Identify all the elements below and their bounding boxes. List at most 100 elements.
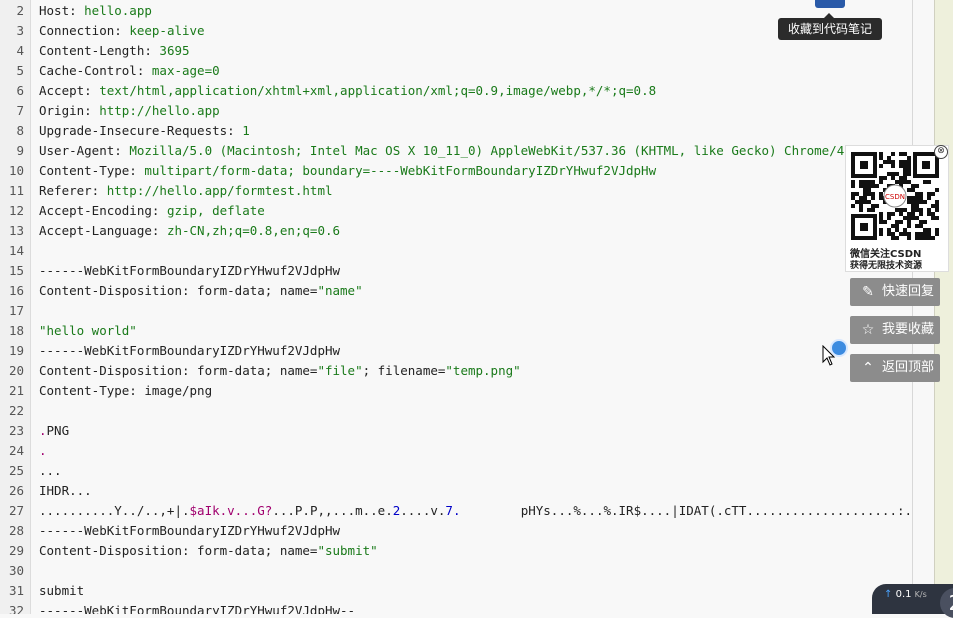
line-number: 12 [8,203,24,218]
line-text: ------WebKitFormBoundaryIZDrYHwuf2VJdpHw [39,341,340,361]
chevron-up-icon: ⌃ [862,360,874,376]
code-token: PNG [46,423,70,438]
code-token: Accept-Language: [39,223,167,238]
code-token: max-age=0 [151,63,220,78]
code-token: 3695 [159,43,190,58]
network-speed-widget: ↑ 0.1 K/s 2 [872,584,953,618]
line-number: 7 [16,103,24,118]
line-number: 27 [8,503,24,518]
favorite-button[interactable]: ☆ 我要收藏 [850,316,940,344]
code-token: ....v. [400,503,446,518]
code-token: Content-Type: image/png [39,383,213,398]
code-token: ...P.P,,...m..e. [272,503,393,518]
line-number: 29 [8,543,24,558]
line-number: 26 [8,483,24,498]
line-number: 3 [16,23,24,38]
quick-reply-button[interactable]: ✎ 快速回复 [850,278,940,306]
line-text: Content-Disposition: form-data; name="su… [39,541,378,561]
code-token: Upgrade-Insecure-Requests: [39,123,243,138]
code-token: $aIk.v...G? [189,503,273,518]
code-token: Content-Disposition: form-data; name= [39,543,318,558]
code-token: Content-Disposition: form-data; name= [39,283,318,298]
notification-dot-icon [830,339,848,357]
line-number: 11 [8,183,24,198]
close-icon[interactable]: ⊗ [934,145,948,159]
line-text: Content-Type: multipart/form-data; bound… [39,161,656,181]
line-text: Origin: http://hello.app [39,101,220,121]
csdn-logo-text: CSDN [885,193,905,201]
line-text: Connection: keep-alive [39,21,205,41]
line-number: 4 [16,43,24,58]
code-token: http://hello.app [99,103,220,118]
line-text: Accept: text/html,application/xhtml+xml,… [39,81,656,101]
line-text: User-Agent: Mozilla/5.0 (Macintosh; Inte… [39,141,912,161]
line-text: . [39,441,47,461]
line-text: submit [39,581,84,601]
upload-speed-value: 0.1 [895,589,912,600]
line-text: Host: hello.app [39,1,152,21]
code-token: 7. [445,503,461,518]
code-token: ------WebKitFormBoundaryIZDrYHwuf2VJdpHw [39,523,341,538]
page-scroll-strip[interactable] [934,0,953,614]
qr-code-image: CSDN [851,152,939,240]
code-token: ... [39,463,62,478]
code-token: text/html,application/xhtml+xml,applicat… [99,83,657,98]
code-token: Referer: [39,183,107,198]
code-token: . [39,423,47,438]
line-number: 8 [16,123,24,138]
line-text: IHDR... [39,481,92,501]
favorite-label: 我要收藏 [882,322,935,337]
code-token: ; filename= [362,363,446,378]
upload-speed-unit: K/s [914,590,927,599]
code-editor[interactable]: 2 Host: hello.app 3 Connection: keep-alive 4… [0,0,913,614]
code-note-icon[interactable] [815,0,845,8]
code-token: "name" [317,283,363,298]
code-token: Content-Length: [39,43,160,58]
code-token: pHYs...%...%.IR$....|IDAT(.cTT..........… [520,503,913,518]
line-number: 22 [8,403,24,418]
code-token: ------WebKitFormBoundaryIZDrYHwuf2VJdpHw [39,263,341,278]
code-token: hello.app [84,3,152,18]
line-text: ... [39,461,62,481]
code-token: gzip, deflate [166,203,265,218]
quick-reply-label: 快速回复 [882,284,935,299]
code-token: 1 [242,123,250,138]
line-text: Accept-Language: zh-CN,zh;q=0.8,en;q=0.6 [39,221,340,241]
code-token: Content-Type: [39,163,145,178]
line-text: Content-Type: image/png [39,381,212,401]
code-token: Accept-Encoding: [39,203,167,218]
code-token: ------WebKitFormBoundaryIZDrYHwuf2VJdpHw… [39,603,356,614]
line-number: 32 [8,603,24,614]
line-number: 24 [8,443,24,458]
code-token: Origin: [39,103,100,118]
code-token: Content-Disposition: form-data; name= [39,363,318,378]
star-icon: ☆ [861,322,875,338]
line-number: 28 [8,523,24,538]
code-token: IHDR... [39,483,92,498]
line-number: 30 [8,563,24,578]
code-token: multipart/form-data; boundary=----WebKit… [144,163,657,178]
qr-caption-resources: 获得无限技术资源 [850,261,923,271]
line-text: Cache-Control: max-age=0 [39,61,220,81]
code-token: "hello world" [39,323,137,338]
line-text: Accept-Encoding: gzip, deflate [39,201,265,221]
line-number: 19 [8,343,24,358]
line-number: 2 [16,3,24,18]
back-to-top-button[interactable]: ⌃ 返回顶部 [850,354,940,382]
save-to-code-note-tooltip: 收藏到代码笔记 [778,13,882,40]
line-number: 18 [8,323,24,338]
line-number: 16 [8,283,24,298]
code-token: "temp.png" [445,363,521,378]
line-text: ------WebKitFormBoundaryIZDrYHwuf2VJdpHw… [39,601,355,614]
line-text: ------WebKitFormBoundaryIZDrYHwuf2VJdpHw [39,261,340,281]
code-token: Connection: [39,23,130,38]
line-text: Content-Length: 3695 [39,41,190,61]
upload-arrow-icon: ↑ [884,589,893,600]
line-number: 31 [8,583,24,598]
line-text: Referer: http://hello.app/formtest.html [39,181,333,201]
code-token: ..........Y../..,+|. [39,503,190,518]
line-number: 10 [8,163,24,178]
code-token: zh-CN,zh;q=0.8,en;q=0.6 [166,223,341,238]
upload-speed: ↑ 0.1 K/s [884,589,927,600]
line-number: 23 [8,423,24,438]
